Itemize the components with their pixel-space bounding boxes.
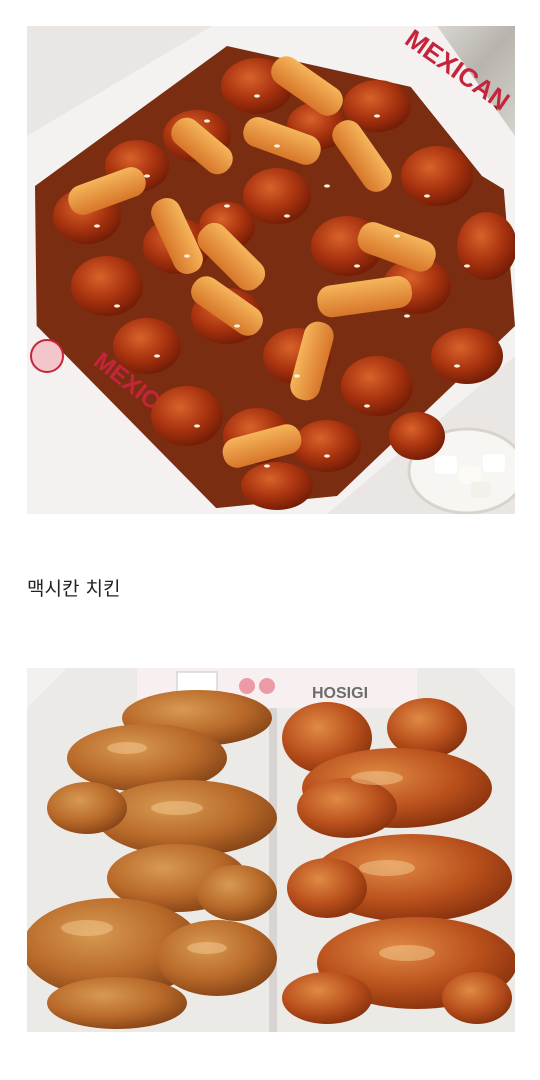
mexican-chicken-image: MEXICAN MEXICAN [27,26,515,514]
fried-chicken-photo: HOSIGI [27,668,515,1032]
photo-caption: 맥시칸 치킨 [27,578,121,600]
box-label-text: HOSIGI [312,685,368,702]
mexican-chicken-photo: MEXICAN MEXICAN [27,26,515,514]
fried-chicken-image: HOSIGI [27,668,515,1032]
